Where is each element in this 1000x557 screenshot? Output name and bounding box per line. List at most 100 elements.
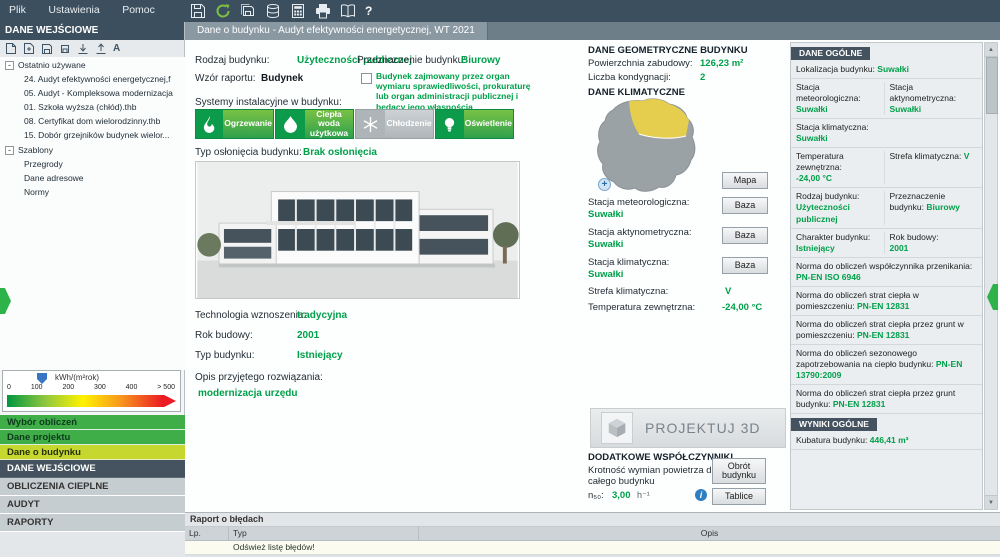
system-chlodzenie-button[interactable]: Chłodzenie <box>355 109 434 139</box>
refresh-icon[interactable] <box>215 3 231 19</box>
tree-item-recent-2[interactable]: 01. Szkoła wyższa (chłód).thb <box>0 100 185 114</box>
nav-filler <box>0 532 185 557</box>
system-oswietlenie-button[interactable]: Oświetlenie <box>435 109 514 139</box>
stacja-aktyno-value: Suwałki <box>588 239 624 250</box>
tree-item-template-1[interactable]: Dane adresowe <box>0 171 185 185</box>
lokalizacja-label: Lokalizacja budynku: <box>796 64 875 74</box>
help-icon[interactable]: ? <box>365 4 372 18</box>
baza-meteo-button[interactable]: Baza <box>722 197 768 214</box>
temperatura-label: Temperatura zewnętrzna: <box>588 302 696 313</box>
export-icon[interactable] <box>95 42 107 55</box>
typ-budynku-value[interactable]: Istniejący <box>297 350 343 361</box>
norma-value: PN-EN 12831 <box>832 399 886 410</box>
scroll-down-icon[interactable]: ▼ <box>985 495 997 509</box>
projektuj-3d-label: PROJEKTUJ 3D <box>645 420 761 436</box>
font-icon[interactable]: A <box>113 42 120 55</box>
tab-dane-o-budynku[interactable]: Dane o budynku - Audyt efektywności ener… <box>185 22 488 40</box>
powierzchnia-label: Powierzchnia zabudowy: <box>588 58 693 69</box>
panel-row-norma-1: Norma do obliczeń strat ciepła w pomiesz… <box>791 287 982 316</box>
przeznaczenie-value[interactable]: Biurowy <box>461 55 500 66</box>
menu-ustawienia[interactable]: Ustawienia <box>39 0 108 16</box>
save-all-icon[interactable] <box>240 3 256 19</box>
n50-label: n₅₀: <box>588 490 604 501</box>
left-sidebar: DANE WEJŚCIOWE A - Ostatnio używane 24. … <box>0 22 185 557</box>
nav-dane-o-budynku[interactable]: Dane o budynku <box>0 445 185 460</box>
technologia-value[interactable]: tradycyjna <box>297 310 347 321</box>
scale-slider-icon <box>37 373 47 384</box>
tree-item-recent-0[interactable]: 24. Audyt efektywności energetycznej,f <box>0 72 185 86</box>
main-content: Rodzaj budynku: Użyteczności publicznej … <box>185 40 1000 512</box>
refresh-errors-row[interactable]: Odśwież listę błędów! <box>185 541 1000 555</box>
nav-dane-wejsciowe[interactable]: DANE WEJŚCIOWE <box>0 460 185 478</box>
obrot-budynku-button[interactable]: Obrót budynku <box>712 458 766 484</box>
vertical-scrollbar[interactable]: ▲ ▼ <box>984 42 998 510</box>
strefa-value: V <box>725 286 732 297</box>
mapa-button[interactable]: Mapa <box>722 172 768 189</box>
bulb-icon <box>436 110 464 138</box>
stacja-meteo-value: Suwałki <box>588 209 624 220</box>
nav-wybor-obliczen[interactable]: Wybór obliczeń <box>0 415 185 430</box>
strefa-label: Strefa klimatyczna: <box>588 286 669 297</box>
projektuj-3d-button[interactable]: PROJEKTUJ 3D <box>590 408 786 448</box>
printer-icon[interactable] <box>315 3 331 19</box>
info-icon[interactable]: i <box>695 489 707 501</box>
error-table-header: Lp. Typ Opis <box>185 527 1000 541</box>
nav-audyt[interactable]: AUDYT <box>0 496 185 514</box>
panel-charakter-value: Istniejący <box>796 242 835 253</box>
system-cwu-label: Ciepła woda użytkowa <box>305 109 353 138</box>
panel-temp-label: Temperatura zewnętrzna: <box>796 151 844 173</box>
scroll-up-icon[interactable]: ▲ <box>985 43 997 57</box>
temperatura-value: -24,00 °C <box>722 302 763 313</box>
calculator-icon[interactable] <box>290 3 306 19</box>
energy-scale: kWh/(m²rok) 0 100 200 300 400 > 500 <box>2 370 181 412</box>
oslona-label: Typ osłonięcia budynku: <box>195 147 302 158</box>
summary-panel: DANE OGÓLNE Lokalizacja budynku: Suwałki… <box>790 42 983 510</box>
baza-klimat-button[interactable]: Baza <box>722 257 768 274</box>
panel-row-norma-3: Norma do obliczeń sezonowego zapotrzebow… <box>791 345 982 386</box>
save-doc-icon[interactable] <box>41 43 53 55</box>
database-icon[interactable] <box>265 3 281 19</box>
tree-toggle-minus-icon[interactable]: - <box>5 60 14 70</box>
system-ogrzewanie-button[interactable]: Ogrzewanie <box>195 109 274 139</box>
map-zoom-plus-button[interactable]: + <box>598 178 611 191</box>
error-col-opis: Opis <box>700 528 719 538</box>
tree-item-recent-1[interactable]: 05. Audyt - Kompleksowa modernizacja <box>0 86 185 100</box>
opis-value[interactable]: modernizacja urzędu <box>198 388 297 399</box>
panel-rodzaj-label: Rodzaj budynku: <box>796 191 860 202</box>
public-authority-checkbox[interactable] <box>361 73 372 84</box>
file-tree: - Ostatnio używane 24. Audyt efektywnośc… <box>0 57 185 370</box>
kondygnacje-label: Liczba kondygnacji: <box>588 72 671 83</box>
oslona-value[interactable]: Brak osłonięcia <box>303 147 377 158</box>
nav-dane-projektu[interactable]: Dane projektu <box>0 430 185 445</box>
nav-obliczenia-cieplne[interactable]: OBLICZENIA CIEPLNE <box>0 478 185 496</box>
rodzaj-budynku-label: Rodzaj budynku: <box>195 55 270 66</box>
manual-icon[interactable] <box>340 3 356 19</box>
scale-tick: 400 <box>125 384 138 391</box>
import-icon[interactable] <box>77 43 89 55</box>
new-doc-icon[interactable] <box>5 42 17 55</box>
nav-raporty[interactable]: RAPORTY <box>0 514 185 532</box>
rok-budowy-value[interactable]: 2001 <box>297 330 319 341</box>
tree-item-recent-3[interactable]: 08. Certyfikat dom wielorodzinny.thb <box>0 114 185 128</box>
menu-plik[interactable]: Plik <box>0 0 35 16</box>
menu-pomoc[interactable]: Pomoc <box>113 0 164 16</box>
tree-group-templates-label: Szablony <box>18 145 53 155</box>
baza-aktyno-button[interactable]: Baza <box>722 227 768 244</box>
tree-item-template-0[interactable]: Przegrody <box>0 157 185 171</box>
tree-item-recent-4[interactable]: 15. Dobór grzejników budynek wielor... <box>0 128 185 142</box>
scale-ticks: 0 100 200 300 400 > 500 <box>7 384 175 391</box>
scrollbar-thumb[interactable] <box>986 57 998 114</box>
save-icon[interactable] <box>190 3 206 19</box>
panel-rok-value: 2001 <box>889 242 909 253</box>
add-doc-icon[interactable] <box>23 42 35 55</box>
n50-value[interactable]: 3,00 <box>612 490 631 501</box>
tree-group-templates: - Szablony <box>0 142 185 157</box>
wzor-raportu-value[interactable]: Budynek <box>261 73 303 84</box>
panel-row-norma-0: Norma do obliczeń współczynnika przenika… <box>791 258 982 287</box>
system-cwu-button[interactable]: Ciepła woda użytkowa <box>275 109 354 139</box>
tree-toggle-minus-icon[interactable]: - <box>5 145 14 155</box>
tree-item-template-2[interactable]: Normy <box>0 185 185 199</box>
tablice-button[interactable]: Tablice <box>712 488 766 505</box>
save-copy-icon[interactable] <box>59 43 71 55</box>
kondygnacje-value: 2 <box>700 72 706 83</box>
